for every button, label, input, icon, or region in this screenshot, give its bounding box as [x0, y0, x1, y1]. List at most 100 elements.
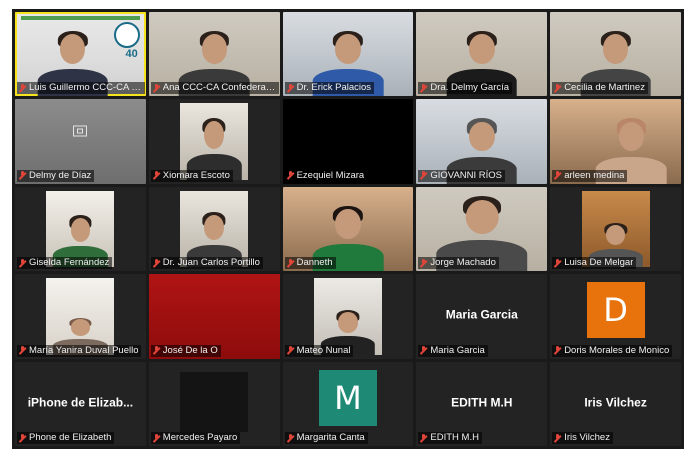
muted-mic-icon	[153, 433, 160, 443]
participant-tile[interactable]: María Yanira Duval Puello	[15, 274, 146, 359]
participant-name: GIOVANNI RÍOS	[430, 169, 503, 181]
participant-video	[180, 103, 249, 180]
participant-name: Doris Morales de Monico	[564, 344, 670, 356]
participant-video	[46, 278, 115, 355]
participant-tile[interactable]: Mateo Nunal	[282, 274, 414, 359]
participant-avatar: M	[318, 369, 377, 426]
participant-name: Danneth	[296, 257, 333, 269]
participant-tile[interactable]: iPhone de Elizab... Phone de Elizabeth	[15, 361, 146, 446]
participant-tile[interactable]: Ezequiel Mizara	[282, 99, 414, 184]
participant-nameplate: Danneth	[284, 257, 336, 270]
muted-mic-icon	[420, 83, 427, 93]
participant-tile[interactable]: Giselda Fernández	[15, 186, 146, 272]
participant-name: Margarita Canta	[296, 432, 365, 443]
participant-tile[interactable]: Maria Garcia Maria Garcia	[416, 274, 548, 359]
participant-nameplate: Dra. Delmy García	[418, 82, 513, 95]
participant-tile[interactable]: Jorge Machado	[416, 186, 548, 272]
participant-video	[313, 278, 382, 355]
participant-name: Dr. Juan Carlos Portillo	[162, 257, 260, 269]
participant-nameplate: Maria Garcia	[418, 344, 488, 357]
participant-tile[interactable]: D Doris Morales de Monico	[550, 274, 681, 359]
participant-tile[interactable]: M Margarita Canta	[282, 361, 414, 446]
participant-nameplate: Delmy de Díaz	[17, 169, 95, 182]
participant-nameplate: Ana CCC-CA Confederac...	[150, 82, 279, 95]
participant-name: Dr. Erick Palacios	[296, 82, 372, 94]
anniversary-logo-icon: 40	[125, 48, 138, 60]
participant-tile[interactable]: Dra. Delmy García	[416, 12, 548, 97]
muted-mic-icon	[19, 346, 26, 355]
participant-name: Iris Vilchez	[564, 432, 610, 443]
muted-mic-icon	[153, 83, 160, 93]
participant-tile[interactable]: Xiomara Escoto	[148, 99, 280, 184]
participant-tile[interactable]: Ana CCC-CA Confederac...	[148, 12, 280, 97]
participant-nameplate: EDITH M.H	[418, 432, 482, 444]
participant-display-name: iPhone de Elizab...	[27, 395, 134, 410]
video-gallery-grid: 40 Luis Guillermo CCC-CA Con... Ana CCC-…	[12, 9, 684, 449]
participant-tile[interactable]: Mercedes Payaro	[148, 361, 280, 446]
muted-mic-icon	[420, 433, 427, 443]
muted-mic-icon	[19, 171, 26, 180]
participant-tile[interactable]: GIOVANNI RÍOS	[416, 99, 548, 184]
participant-nameplate: Dr. Juan Carlos Portillo	[150, 257, 263, 270]
participant-name: Phone de Elizabeth	[29, 432, 112, 443]
participant-name: Xiomara Escoto	[162, 169, 230, 181]
muted-mic-icon	[554, 433, 561, 443]
participant-name: Ana CCC-CA Confederac...	[162, 82, 276, 94]
participant-name: EDITH M.H	[430, 432, 479, 443]
muted-mic-icon	[554, 258, 561, 268]
muted-mic-icon	[19, 83, 26, 93]
participant-tile[interactable]: Dr. Erick Palacios	[282, 12, 414, 97]
participant-nameplate: Margarita Canta	[284, 432, 368, 444]
participant-name: Mercedes Payaro	[162, 432, 238, 443]
participant-tile[interactable]: Dr. Juan Carlos Portillo	[148, 186, 280, 272]
participant-nameplate: Phone de Elizabeth	[17, 432, 115, 444]
participant-name: Delmy de Díaz	[29, 169, 92, 181]
participant-name: Luisa De Melgar	[564, 257, 634, 269]
participant-tile[interactable]: Cecilia de Martinez	[550, 12, 681, 97]
participant-nameplate: Ezequiel Mizara	[284, 169, 368, 182]
organization-logo-icon	[113, 22, 140, 48]
muted-mic-icon	[554, 346, 561, 355]
participant-name: Cecilia de Martinez	[564, 82, 645, 94]
muted-mic-icon	[287, 433, 294, 443]
participant-avatar: D	[586, 282, 645, 339]
muted-mic-icon	[153, 346, 160, 355]
muted-mic-icon	[554, 83, 561, 93]
participant-nameplate: Dr. Erick Palacios	[284, 82, 375, 95]
muted-mic-icon	[554, 171, 561, 180]
participant-display-name: Iris Vilchez	[584, 395, 647, 410]
avatar-letter: D	[603, 291, 628, 330]
participant-nameplate: Doris Morales de Monico	[552, 344, 673, 357]
muted-mic-icon	[287, 258, 294, 268]
participant-nameplate: Iris Vilchez	[552, 432, 613, 444]
participant-tile[interactable]: 40 Luis Guillermo CCC-CA Con...	[15, 12, 146, 97]
participant-nameplate: Giselda Fernández	[17, 257, 113, 270]
participant-nameplate: arleen medina	[552, 169, 628, 182]
participant-video	[46, 190, 115, 268]
participant-tile[interactable]: arleen medina	[550, 99, 681, 184]
muted-mic-icon	[287, 171, 294, 180]
participant-tile[interactable]: EDITH M.H EDITH M.H	[416, 361, 548, 446]
muted-mic-icon	[287, 346, 294, 355]
participant-tile[interactable]: Luisa De Melgar	[550, 186, 681, 272]
participant-tile[interactable]: Danneth	[282, 186, 414, 272]
muted-mic-icon	[153, 171, 160, 180]
participant-nameplate: María Yanira Duval Puello	[17, 344, 142, 357]
participant-tile[interactable]: Delmy de Díaz	[15, 99, 146, 184]
participant-nameplate: Luis Guillermo CCC-CA Con...	[17, 82, 145, 95]
participant-tile[interactable]: José De la O	[148, 274, 280, 359]
muted-mic-icon	[287, 83, 294, 93]
camera-off-icon	[73, 125, 88, 137]
participant-name: arleen medina	[564, 169, 625, 181]
participant-nameplate: GIOVANNI RÍOS	[418, 169, 506, 182]
participant-name: Luis Guillermo CCC-CA Con...	[29, 82, 142, 94]
participant-display-name: Maria Garcia	[445, 307, 518, 322]
participant-video	[581, 190, 650, 268]
participant-nameplate: José De la O	[150, 344, 221, 357]
participant-name: Dra. Delmy García	[430, 82, 510, 94]
participant-name: María Yanira Duval Puello	[29, 344, 139, 356]
participant-video	[180, 190, 249, 268]
muted-mic-icon	[420, 346, 427, 355]
participant-nameplate: Luisa De Melgar	[552, 257, 637, 270]
participant-tile[interactable]: Iris Vilchez Iris Vilchez	[550, 361, 681, 446]
